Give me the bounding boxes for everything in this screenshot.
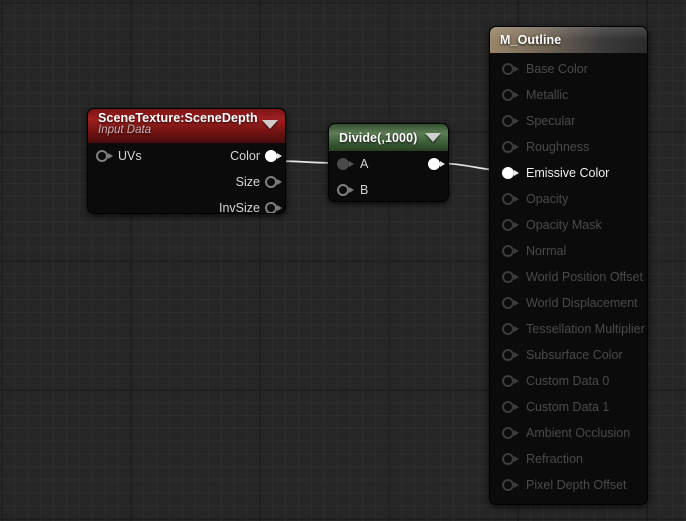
pin-custom-data-1-connector[interactable] [502,401,519,414]
pin-ambient-occlusion-connector[interactable] [502,427,519,440]
pin-row-custom-data-1[interactable]: Custom Data 1 [490,394,647,420]
pin-row-normal[interactable]: Normal [490,238,647,264]
pin-label-subsurface-color: Subsurface Color [526,348,623,362]
pin-label-opacity-mask: Opacity Mask [526,218,602,232]
node-scene-texture[interactable]: SceneTexture:SceneDepth Input Data UVs C… [87,108,286,214]
pin-row-world-displacement[interactable]: World Displacement [490,290,647,316]
material-graph-canvas[interactable]: SceneTexture:SceneDepth Input Data UVs C… [0,0,686,521]
pin-size-connector[interactable] [265,176,282,189]
pin-emissive-color-connector[interactable] [502,167,519,180]
pin-divide-output-connector[interactable] [428,158,445,171]
pin-row-size[interactable]: Size [88,169,285,195]
chevron-down-icon[interactable] [425,133,441,142]
pin-b-connector[interactable] [337,184,354,197]
pin-row-custom-data-0[interactable]: Custom Data 0 [490,368,647,394]
pin-label-b: B [360,183,368,197]
pin-row-pixel-depth-offset[interactable]: Pixel Depth Offset [490,472,647,498]
pin-label-refraction: Refraction [526,452,583,466]
pin-row-ambient-occlusion[interactable]: Ambient Occlusion [490,420,647,446]
pin-row-roughness[interactable]: Roughness [490,134,647,160]
node-material-output-header[interactable]: M_Outline [490,27,647,53]
node-divide-body: A B [329,151,448,201]
pin-label-tessellation-multiplier: Tessellation Multiplier [526,322,645,336]
pin-pixel-depth-offset-connector[interactable] [502,479,519,492]
pin-label-custom-data-0: Custom Data 0 [526,374,609,388]
pin-world-position-offset-connector[interactable] [502,271,519,284]
pin-world-displacement-connector[interactable] [502,297,519,310]
pin-normal-connector[interactable] [502,245,519,258]
pin-row-color[interactable]: Color [88,143,285,169]
pin-tessellation-multiplier-connector[interactable] [502,323,519,336]
pin-opacity-connector[interactable] [502,193,519,206]
pin-label-metallic: Metallic [526,88,568,102]
pin-row-specular[interactable]: Specular [490,108,647,134]
pin-row-base-color[interactable]: Base Color [490,56,647,82]
pin-specular-connector[interactable] [502,115,519,128]
node-divide[interactable]: Divide(,1000) A B [328,123,449,202]
pin-label-roughness: Roughness [526,140,589,154]
node-divide-header[interactable]: Divide(,1000) [329,124,448,151]
pin-label-world-position-offset: World Position Offset [526,270,643,284]
node-scene-texture-title: SceneTexture:SceneDepth [98,111,277,125]
pin-opacity-mask-connector[interactable] [502,219,519,232]
pin-label-pixel-depth-offset: Pixel Depth Offset [526,478,627,492]
pin-row-divide-output[interactable] [329,151,448,177]
pin-row-refraction[interactable]: Refraction [490,446,647,472]
pin-refraction-connector[interactable] [502,453,519,466]
pin-row-emissive-color[interactable]: Emissive Color [490,160,647,186]
pin-color-connector[interactable] [265,150,282,163]
node-scene-texture-body: UVs Color Size InvSize [88,143,285,213]
pin-label-specular: Specular [526,114,575,128]
pin-base-color-connector[interactable] [502,63,519,76]
pin-label-color: Color [230,149,260,163]
pin-label-invsize: InvSize [219,201,260,214]
pin-roughness-connector[interactable] [502,141,519,154]
pin-row-opacity-mask[interactable]: Opacity Mask [490,212,647,238]
pin-metallic-connector[interactable] [502,89,519,102]
node-material-output-body: Base Color Metallic Specular Roughness Emiss… [490,53,647,504]
pin-label-normal: Normal [526,244,566,258]
pin-row-b[interactable]: B [329,177,448,202]
node-material-output-title: M_Outline [500,33,561,47]
node-material-output[interactable]: M_Outline Base Color Metallic Specular Roug… [489,26,648,505]
node-divide-title: Divide(,1000) [339,131,417,145]
node-scene-texture-header[interactable]: SceneTexture:SceneDepth Input Data [88,109,285,143]
pin-row-tessellation-multiplier[interactable]: Tessellation Multiplier [490,316,647,342]
pin-subsurface-color-connector[interactable] [502,349,519,362]
chevron-down-icon[interactable] [262,120,278,129]
pin-row-invsize[interactable]: InvSize [88,195,285,214]
pin-custom-data-0-connector[interactable] [502,375,519,388]
pin-row-metallic[interactable]: Metallic [490,82,647,108]
node-scene-texture-subtitle: Input Data [98,124,277,136]
pin-label-base-color: Base Color [526,62,588,76]
pin-invsize-connector[interactable] [265,202,282,215]
pin-label-world-displacement: World Displacement [526,296,638,310]
pin-row-subsurface-color[interactable]: Subsurface Color [490,342,647,368]
pin-label-opacity: Opacity [526,192,568,206]
pin-label-custom-data-1: Custom Data 1 [526,400,609,414]
pin-label-ambient-occlusion: Ambient Occlusion [526,426,630,440]
pin-row-world-position-offset[interactable]: World Position Offset [490,264,647,290]
pin-label-emissive-color: Emissive Color [526,166,609,180]
pin-label-size: Size [236,175,260,189]
pin-row-opacity[interactable]: Opacity [490,186,647,212]
